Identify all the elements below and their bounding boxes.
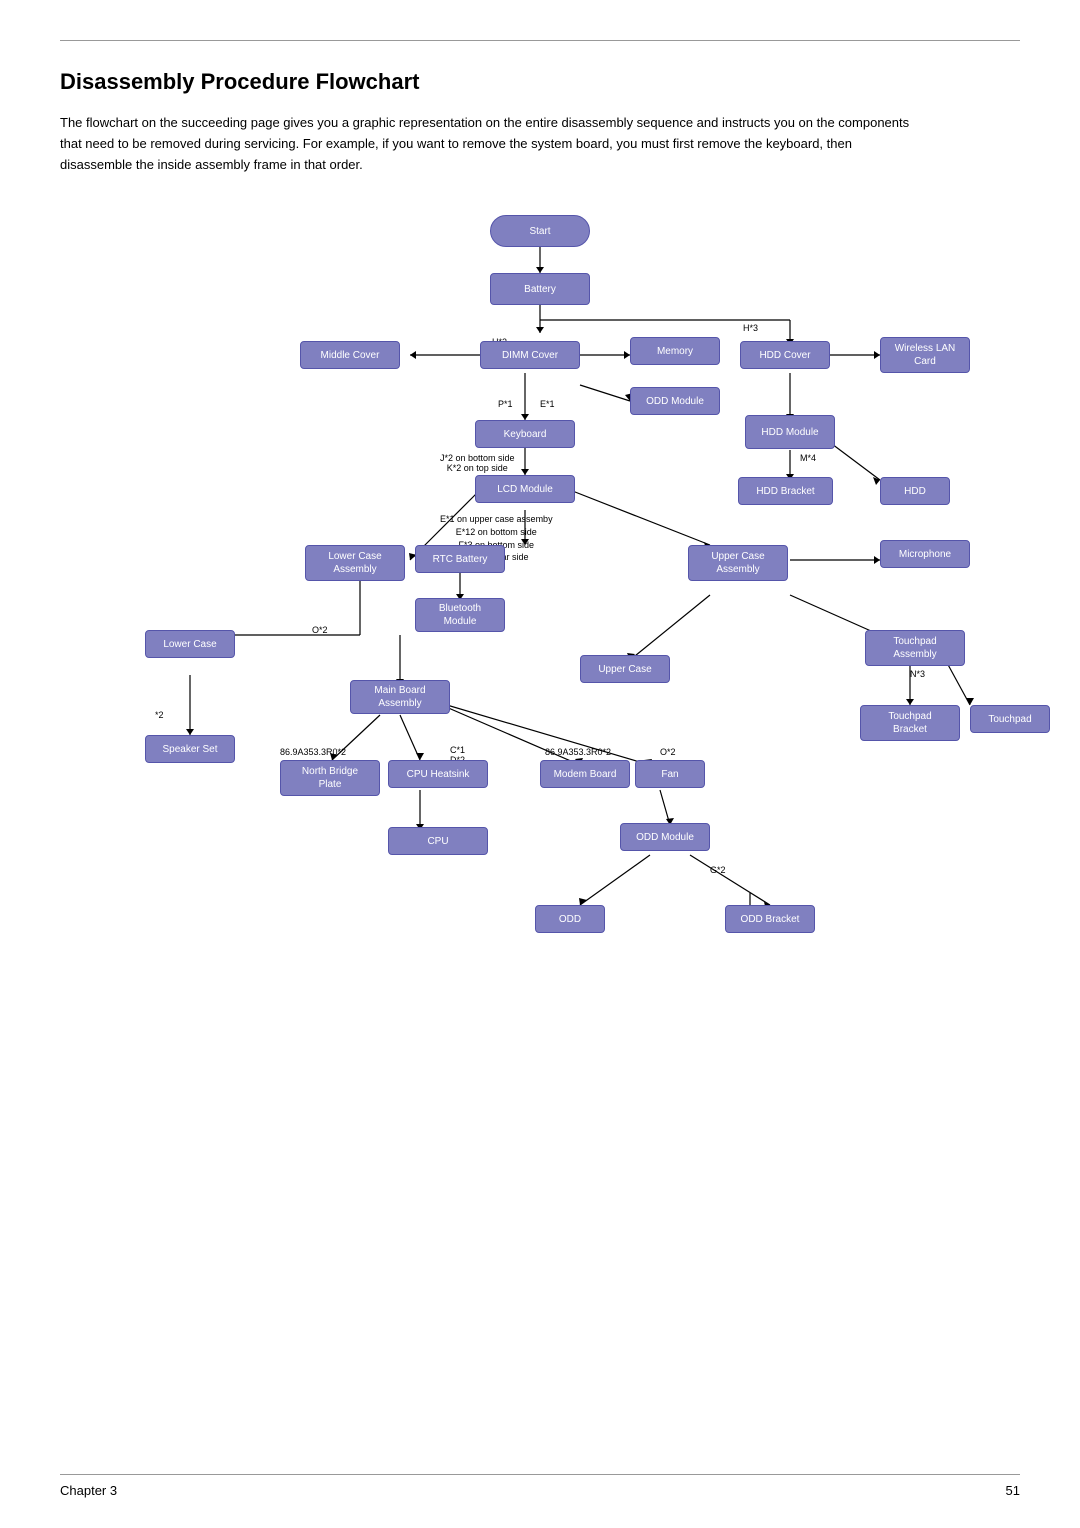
- node-hdd-cover: HDD Cover: [740, 341, 830, 369]
- node-upper-case-assembly: Upper Case Assembly: [688, 545, 788, 581]
- node-odd: ODD: [535, 905, 605, 933]
- node-modem-board: Modem Board: [540, 760, 630, 788]
- node-main-board-assembly: Main Board Assembly: [350, 680, 450, 714]
- node-start: Start: [490, 215, 590, 247]
- label-86-2: 86.9A353.3R0*2: [545, 747, 611, 757]
- label-p1: P*1: [498, 399, 513, 409]
- label-n3: N*3: [910, 669, 925, 679]
- node-cpu: CPU: [388, 827, 488, 855]
- label-86-1: 86.9A353.3R0*2: [280, 747, 346, 757]
- node-hdd-module: HDD Module: [745, 415, 835, 449]
- node-odd-module-top: ODD Module: [630, 387, 720, 415]
- node-lower-case-assembly: Lower Case Assembly: [305, 545, 405, 581]
- top-rule: [60, 40, 1020, 41]
- node-memory: Memory: [630, 337, 720, 365]
- flowchart: Start Battery H*2 H*3 Memory Middle Cove…: [90, 205, 990, 1305]
- node-touchpad-bracket: Touchpad Bracket: [860, 705, 960, 741]
- footer-chapter: Chapter 3: [60, 1483, 117, 1498]
- node-hdd-bracket: HDD Bracket: [738, 477, 833, 505]
- node-bluetooth: Bluetooth Module: [415, 598, 505, 632]
- label-h3: H*3: [743, 323, 758, 333]
- label-g2: G*2: [710, 865, 726, 875]
- footer-page-number: 51: [1006, 1483, 1020, 1498]
- node-upper-case: Upper Case: [580, 655, 670, 683]
- node-fan: Fan: [635, 760, 705, 788]
- node-odd-module-bottom: ODD Module: [620, 823, 710, 851]
- page-title: Disassembly Procedure Flowchart: [60, 69, 1020, 95]
- node-touchpad: Touchpad: [970, 705, 1050, 733]
- node-hdd: HDD: [880, 477, 950, 505]
- node-microphone: Microphone: [880, 540, 970, 568]
- node-battery: Battery: [490, 273, 590, 305]
- node-rtc-battery: RTC Battery: [415, 545, 505, 573]
- node-wireless-lan: Wireless LAN Card: [880, 337, 970, 373]
- footer: Chapter 3 51: [60, 1474, 1020, 1498]
- node-middle-cover: Middle Cover: [300, 341, 400, 369]
- node-keyboard: Keyboard: [475, 420, 575, 448]
- label-star2: *2: [155, 710, 164, 720]
- label-o2-left: O*2: [312, 625, 328, 635]
- node-lower-case: Lower Case: [145, 630, 235, 658]
- label-o2-right: O*2: [660, 747, 676, 757]
- node-touchpad-assembly: Touchpad Assembly: [865, 630, 965, 666]
- label-e1: E*1: [540, 399, 555, 409]
- page: Disassembly Procedure Flowchart The flow…: [0, 0, 1080, 1528]
- node-dimm-cover: DIMM Cover: [480, 341, 580, 369]
- node-speaker-set: Speaker Set: [145, 735, 235, 763]
- label-m4: M*4: [800, 453, 816, 463]
- label-j2k2: J*2 on bottom side K*2 on top side: [440, 453, 515, 473]
- node-cpu-heatsink: CPU Heatsink: [388, 760, 488, 788]
- node-odd-bracket: ODD Bracket: [725, 905, 815, 933]
- node-lcd-module: LCD Module: [475, 475, 575, 503]
- intro-text: The flowchart on the succeeding page giv…: [60, 113, 920, 175]
- node-north-bridge-plate: North Bridge Plate: [280, 760, 380, 796]
